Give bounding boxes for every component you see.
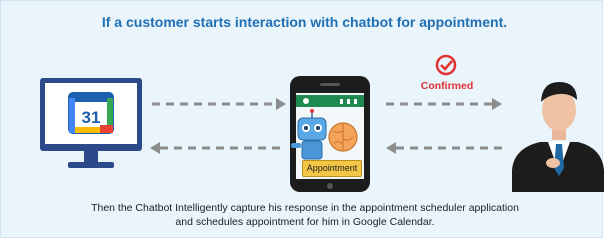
page-title: If a customer starts interaction with ch… xyxy=(101,14,508,30)
description-line-2: and schedules appointment for him in Goo… xyxy=(175,216,435,228)
confirmed-label: Confirmed xyxy=(420,80,474,92)
description-line-1: Then the Chatbot Intelligently capture h… xyxy=(91,202,519,214)
description-text: Then the Chatbot Intelligently capture h… xyxy=(60,201,550,229)
brain-icon xyxy=(328,122,358,152)
appointment-label: Appointment xyxy=(302,160,362,177)
checkmark-icon xyxy=(435,54,457,76)
arrow-monitor-to-phone xyxy=(152,98,286,110)
arrow-customer-to-phone xyxy=(386,142,502,154)
customer-icon xyxy=(512,82,604,192)
calendar-day: 31 xyxy=(81,108,101,127)
arrow-phone-to-customer xyxy=(386,98,502,110)
arrow-phone-to-monitor xyxy=(150,142,286,154)
